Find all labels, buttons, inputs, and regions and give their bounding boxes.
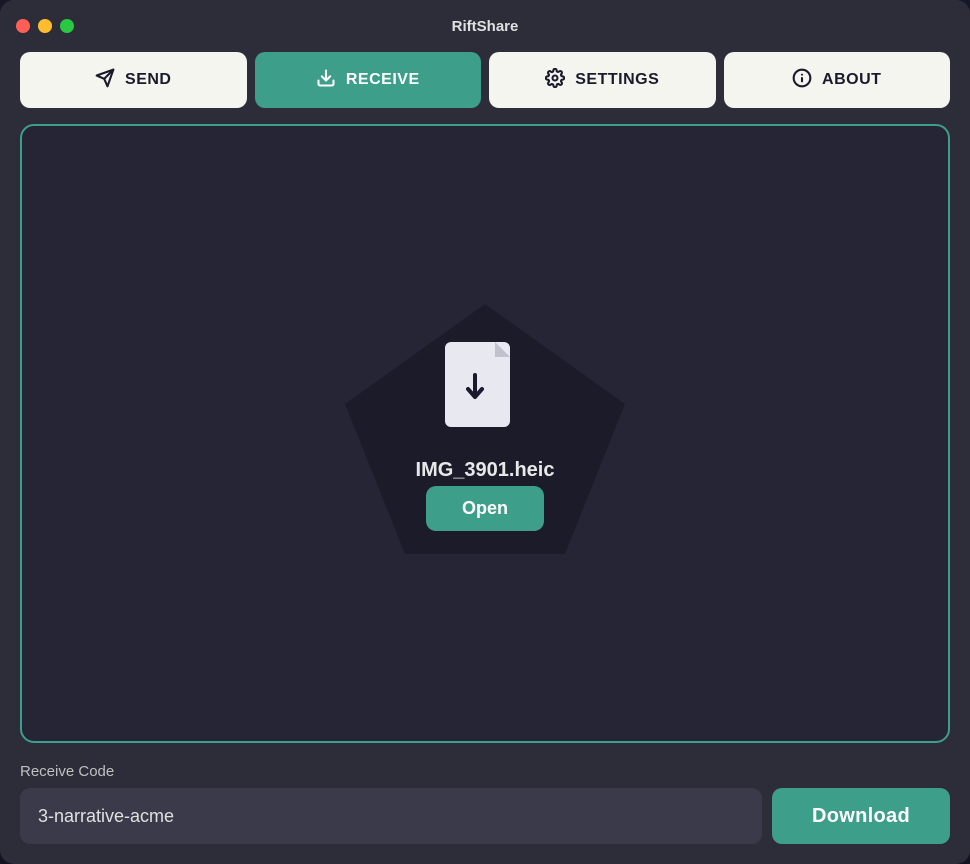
maximize-button[interactable] bbox=[60, 19, 74, 33]
download-button[interactable]: Download bbox=[772, 788, 950, 844]
settings-icon bbox=[545, 68, 565, 93]
close-button[interactable] bbox=[16, 19, 30, 33]
main-content: IMG_3901.heic Open Receive Code Download bbox=[0, 124, 970, 864]
file-preview: IMG_3901.heic Open bbox=[416, 337, 555, 531]
traffic-lights bbox=[16, 19, 74, 33]
tab-settings[interactable]: SETTINGS bbox=[489, 52, 716, 108]
receive-code-section: Receive Code Download bbox=[20, 763, 950, 844]
nav-tabs: SEND RECEIVE SETTINGS bbox=[0, 52, 970, 108]
receive-icon bbox=[316, 68, 336, 93]
drop-zone: IMG_3901.heic Open bbox=[20, 124, 950, 743]
about-icon bbox=[792, 68, 812, 93]
tab-about-label: ABOUT bbox=[822, 71, 881, 89]
file-name: IMG_3901.heic bbox=[416, 459, 555, 482]
titlebar: RiftShare bbox=[0, 0, 970, 52]
tab-receive[interactable]: RECEIVE bbox=[255, 52, 482, 108]
tab-settings-label: SETTINGS bbox=[575, 71, 659, 89]
receive-code-label: Receive Code bbox=[20, 763, 950, 780]
tab-send[interactable]: SEND bbox=[20, 52, 247, 108]
app-window: RiftShare SEND RECEIVE bbox=[0, 0, 970, 864]
tab-send-label: SEND bbox=[125, 71, 171, 89]
minimize-button[interactable] bbox=[38, 19, 52, 33]
receive-code-input[interactable] bbox=[20, 788, 762, 844]
tab-about[interactable]: ABOUT bbox=[724, 52, 951, 108]
file-document-icon bbox=[440, 337, 530, 447]
receive-code-row: Download bbox=[20, 788, 950, 844]
tab-receive-label: RECEIVE bbox=[346, 71, 420, 89]
window-title: RiftShare bbox=[452, 18, 519, 35]
open-button[interactable]: Open bbox=[426, 486, 544, 531]
send-icon bbox=[95, 68, 115, 93]
